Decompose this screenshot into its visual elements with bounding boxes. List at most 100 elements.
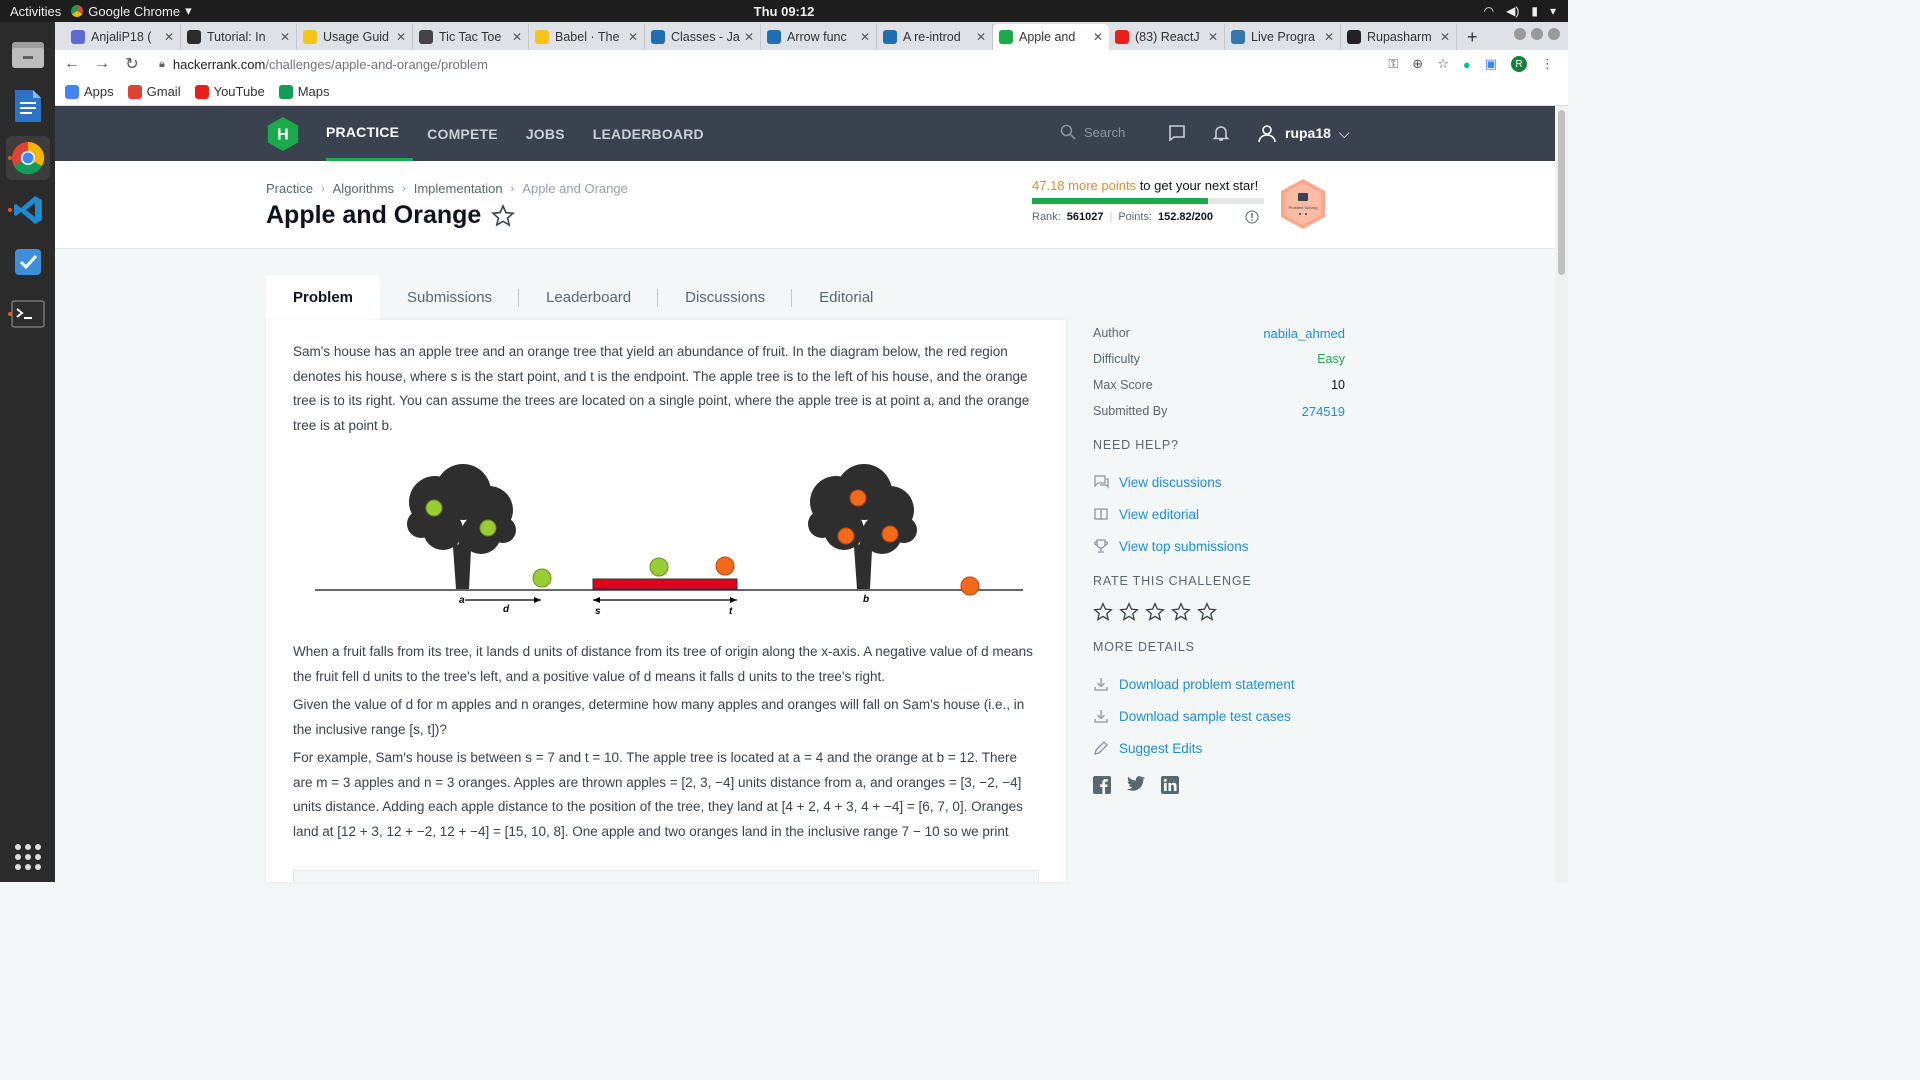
svg-text:s: s (595, 606, 601, 617)
close-window-icon[interactable] (1548, 28, 1560, 40)
nav-compete[interactable]: COMPETE (427, 106, 512, 161)
browser-tab[interactable]: A re-introd ✕ (877, 24, 993, 50)
minimize-icon[interactable] (1514, 28, 1526, 40)
tab-editorial[interactable]: Editorial (792, 275, 900, 320)
star-bookmark-icon[interactable]: ☆ (1437, 56, 1449, 72)
sidebar-link[interactable]: View discussions (1093, 466, 1345, 498)
tab-close-icon[interactable]: ✕ (1324, 30, 1334, 44)
bookmark-star-icon[interactable] (491, 203, 516, 228)
nav-practice[interactable]: PRACTICE (326, 106, 414, 161)
sidebar-link[interactable]: View top submissions (1093, 530, 1345, 562)
tab-close-icon[interactable]: ✕ (628, 30, 638, 44)
translate-icon[interactable]: ▣ (1485, 56, 1497, 72)
url-field[interactable]: 🔒︎ hackerrank.com/challenges/apple-and-o… (159, 57, 1388, 72)
tab-close-icon[interactable]: ✕ (1093, 30, 1103, 44)
reload-icon[interactable]: ↻ (119, 54, 145, 74)
apple-icon (532, 568, 552, 588)
sidebar-link[interactable]: Download problem statement (1093, 668, 1345, 700)
writer-icon[interactable] (6, 84, 50, 128)
sidebar-link[interactable]: Download sample test cases (1093, 700, 1345, 732)
breadcrumb-practice[interactable]: Practice (266, 181, 313, 196)
chrome-dock-icon[interactable] (5, 136, 50, 180)
tab-label: Editorial (819, 289, 874, 306)
rating-star-icon[interactable] (1145, 602, 1165, 622)
bookmark-item[interactable]: YouTube (194, 84, 265, 99)
tab-close-icon[interactable]: ✕ (512, 30, 522, 44)
system-tray[interactable]: ◠ ◀) ▮ ▾ (1484, 4, 1556, 18)
author-link[interactable]: nabila_ahmed (1263, 326, 1345, 341)
tab-submissions[interactable]: Submissions (380, 275, 520, 320)
sidebar-link[interactable]: Suggest Edits (1093, 732, 1345, 764)
rating-star-icon[interactable] (1197, 602, 1217, 622)
scrollbar-thumb[interactable] (1558, 110, 1565, 275)
activities-button[interactable]: Activities (0, 4, 71, 19)
problem-solving-badge-icon[interactable]: Problem Solving (1278, 178, 1328, 230)
browser-tab[interactable]: Classes - Ja ✕ (645, 24, 761, 50)
tab-close-icon[interactable]: ✕ (860, 30, 870, 44)
bookmark-item[interactable]: Apps (65, 84, 114, 99)
tab-close-icon[interactable]: ✕ (1440, 30, 1450, 44)
linkedin-icon[interactable] (1161, 776, 1179, 794)
nav-jobs[interactable]: JOBS (526, 106, 579, 161)
new-tab-button[interactable]: + (1457, 24, 1488, 50)
messages-icon[interactable] (1167, 123, 1187, 143)
browser-tab[interactable]: Tutorial: In ✕ (181, 24, 297, 50)
browser-tab[interactable]: Tic Tac Toe ✕ (413, 24, 529, 50)
browser-tab[interactable]: (83) ReactJ ✕ (1109, 24, 1225, 50)
tab-discussions[interactable]: Discussions (658, 275, 793, 320)
browser-tab[interactable]: Apple and ✕ (993, 24, 1109, 50)
tab-close-icon[interactable]: ✕ (396, 30, 406, 44)
bookmark-item[interactable]: Maps (278, 84, 329, 99)
menu-kebab-icon[interactable]: ⋮ (1541, 56, 1554, 72)
search-placeholder: Search (1084, 124, 1126, 140)
forward-icon[interactable]: → (89, 55, 115, 73)
page-scrollbar[interactable] (1555, 106, 1568, 882)
tab-close-icon[interactable]: ✕ (744, 30, 754, 44)
clock[interactable]: Thu 09:12 (754, 4, 815, 19)
page-title: Apple and Orange (266, 201, 516, 230)
grammarly-icon[interactable]: ● (1463, 57, 1471, 72)
browser-tab[interactable]: Arrow func ✕ (761, 24, 877, 50)
browser-tab[interactable]: Live Progra ✕ (1225, 24, 1341, 50)
user-menu[interactable]: rupa18 ⌵ (1257, 123, 1350, 143)
back-icon[interactable]: ← (59, 55, 85, 73)
rating-star-icon[interactable] (1119, 602, 1139, 622)
browser-tab[interactable]: Babel · The ✕ (529, 24, 645, 50)
tasks-icon[interactable] (6, 240, 50, 284)
breadcrumb-algorithms[interactable]: Algorithms (333, 181, 394, 196)
browser-tab[interactable]: Rupasharm ✕ (1341, 24, 1457, 50)
info-icon[interactable] (1245, 210, 1259, 224)
files-icon[interactable] (6, 32, 50, 76)
maximize-icon[interactable] (1531, 28, 1543, 40)
tab-close-icon[interactable]: ✕ (1208, 30, 1218, 44)
notifications-bell-icon[interactable] (1211, 123, 1231, 143)
key-icon[interactable]: ⚿ (1388, 56, 1398, 72)
zoom-icon[interactable]: ⊕ (1412, 56, 1423, 72)
rating-star-icon[interactable] (1171, 602, 1191, 622)
vscode-icon[interactable] (6, 188, 50, 232)
nav-leaderboard[interactable]: LEADERBOARD (593, 106, 718, 161)
twitter-icon[interactable] (1127, 776, 1145, 792)
rating-star-icon[interactable] (1093, 602, 1113, 622)
social-share (1093, 776, 1345, 794)
tab-close-icon[interactable]: ✕ (280, 30, 290, 44)
submitted-by-value[interactable]: 274519 (1302, 404, 1345, 419)
tab-leaderboard[interactable]: Leaderboard (519, 275, 659, 320)
browser-tab[interactable]: Usage Guid ✕ (297, 24, 413, 50)
tab-problem[interactable]: Problem (266, 275, 381, 320)
bookmark-item[interactable]: Gmail (127, 84, 181, 99)
facebook-icon[interactable] (1093, 776, 1111, 794)
terminal-icon[interactable] (6, 292, 50, 336)
sidebar-link[interactable]: View editorial (1093, 498, 1345, 530)
app-menu[interactable]: Google Chrome ▾ (71, 3, 192, 19)
tab-close-icon[interactable]: ✕ (976, 30, 986, 44)
search-input[interactable]: Search (1060, 124, 1125, 140)
hackerrank-logo-icon[interactable]: H (266, 116, 300, 152)
show-applications-icon[interactable] (14, 844, 41, 870)
breadcrumb-implementation[interactable]: Implementation (414, 181, 503, 196)
tab-favicon-icon (71, 30, 85, 44)
tab-close-icon[interactable]: ✕ (164, 30, 174, 44)
browser-tab[interactable]: AnjaliP18 (✕ (65, 24, 181, 50)
browser-tab-strip: AnjaliP18 (✕ Tutorial: In ✕ Usage Guid ✕ Tic … (55, 22, 1568, 50)
profile-avatar[interactable]: R (1511, 56, 1527, 72)
